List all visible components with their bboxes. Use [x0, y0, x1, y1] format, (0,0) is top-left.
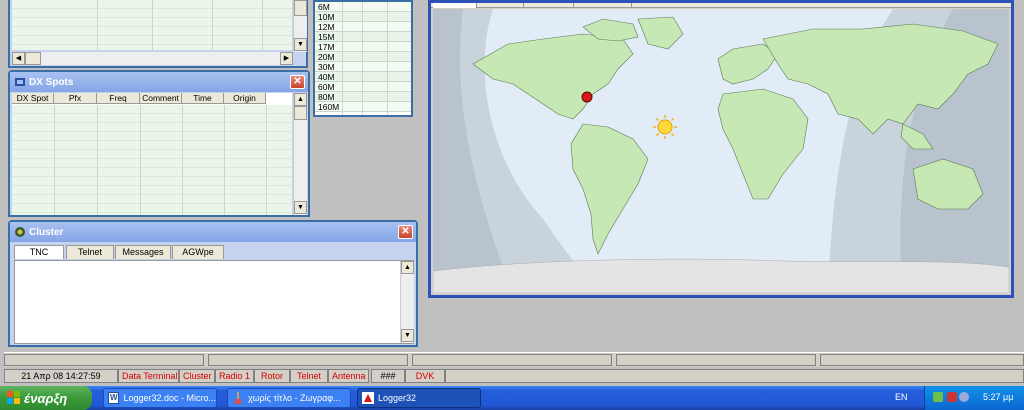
status-antenna[interactable]: Antenna	[328, 369, 369, 383]
scroll-up-button[interactable]: ▲	[294, 93, 307, 106]
scroll-down-button[interactable]: ▼	[294, 38, 307, 51]
band-label: 15M	[318, 32, 335, 42]
taskbar: έναρξη W Logger32.doc - Micro... χωρίς τ…	[0, 386, 1024, 410]
map-tab[interactable]	[433, 3, 477, 8]
top-list-hscroll[interactable]: ◀ ▶	[12, 52, 293, 65]
dx-spots-close-button[interactable]: ✕	[290, 75, 305, 89]
paint-icon	[232, 392, 244, 404]
status-data-terminal[interactable]: Data Terminal	[118, 369, 179, 383]
band-row: 15M	[315, 32, 411, 42]
status-telnet[interactable]: Telnet	[290, 369, 328, 383]
status-cluster[interactable]: Cluster	[179, 369, 215, 383]
task-paint[interactable]: χωρίς τίτλο - Ζωγραφ...	[227, 388, 351, 408]
scroll-thumb[interactable]	[294, 0, 307, 16]
world-map-svg	[433, 9, 1009, 293]
band-row: 17M	[315, 42, 411, 52]
tab-tnc[interactable]: TNC	[14, 245, 64, 259]
col-header-time[interactable]: Time	[182, 93, 224, 104]
band-row: 80M	[315, 92, 411, 102]
band-label: 40M	[318, 72, 335, 82]
band-row: 6M	[315, 2, 411, 12]
band-label: 80M	[318, 92, 335, 102]
band-label: 60M	[318, 82, 335, 92]
cluster-icon	[14, 226, 26, 238]
status-radio[interactable]: Radio 1	[215, 369, 254, 383]
col-header-comment[interactable]: Comment	[140, 93, 182, 104]
tray-app-icon[interactable]	[959, 392, 969, 402]
band-row: 12M	[315, 22, 411, 32]
scroll-down-button[interactable]: ▼	[294, 201, 307, 214]
scroll-right-button[interactable]: ▶	[280, 52, 293, 65]
cluster-close-button[interactable]: ✕	[398, 225, 413, 239]
band-table: 6M 10M 12M 15M 17M 20M 30M 40M 60M 80M 160M	[313, 0, 413, 117]
dx-spots-vscroll[interactable]: ▲ ▼	[293, 93, 307, 215]
cluster-title: Cluster	[29, 226, 64, 238]
band-label: 17M	[318, 42, 335, 52]
band-label: 6M	[318, 2, 330, 12]
scroll-down-button[interactable]: ▼	[401, 329, 414, 342]
tab-agwpe[interactable]: AGWpe	[172, 245, 224, 259]
col-header-origin[interactable]: Origin	[224, 93, 266, 104]
status-datetime: 21 Απρ 08 14:27:59	[4, 369, 118, 383]
map-tab-strip	[431, 3, 1011, 8]
band-row: 160M	[315, 102, 411, 112]
status-dvk[interactable]: DVK	[405, 369, 445, 383]
start-button[interactable]: έναρξη	[0, 386, 92, 410]
band-label: 20M	[318, 52, 335, 62]
cluster-titlebar[interactable]: Cluster	[10, 222, 416, 242]
dx-spots-window: DX Spots ✕ DX Spot Pfx Freq Comment Time…	[8, 70, 310, 217]
col-header-freq[interactable]: Freq	[97, 93, 140, 104]
task-logger32-label: Logger32	[378, 393, 417, 403]
band-row: 40M	[315, 72, 411, 82]
band-row: 10M	[315, 12, 411, 22]
world-map[interactable]	[433, 9, 1009, 293]
task-word-label: Logger32.doc - Micro...	[123, 393, 216, 403]
dx-spots-titlebar[interactable]: DX Spots	[10, 72, 308, 92]
top-list-grid	[12, 0, 292, 50]
sun-icon	[653, 115, 677, 139]
world-map-window	[428, 0, 1014, 298]
tab-telnet[interactable]: Telnet	[66, 245, 114, 259]
language-indicator[interactable]: EN	[895, 392, 908, 402]
dx-spots-icon	[14, 76, 26, 88]
dx-spots-title: DX Spots	[29, 76, 74, 88]
dx-spots-grid: DX Spot Pfx Freq Comment Time Origin	[12, 93, 292, 215]
scroll-left-button[interactable]: ◀	[12, 52, 25, 65]
band-label: 160M	[318, 102, 340, 112]
cluster-window: Cluster ✕ TNC Telnet Messages AGWpe ▲ ▼	[8, 220, 418, 347]
scroll-thumb-h[interactable]	[25, 52, 41, 65]
task-paint-label: χωρίς τίτλο - Ζωγραφ...	[248, 393, 341, 403]
col-header-dx-spot[interactable]: DX Spot	[12, 93, 54, 104]
status-hash: ###	[371, 369, 405, 383]
home-location-marker	[581, 91, 593, 103]
windows-logo-icon	[7, 391, 21, 405]
band-label: 10M	[318, 12, 335, 22]
cluster-vscroll[interactable]: ▲ ▼	[400, 261, 414, 343]
band-label: 12M	[318, 22, 335, 32]
tray-network-icon[interactable]	[933, 392, 943, 402]
task-logger32[interactable]: Logger32	[357, 388, 481, 408]
logger32-icon	[362, 392, 374, 404]
top-list-panel: ▼ ◀ ▶	[8, 0, 308, 68]
task-word[interactable]: W Logger32.doc - Micro...	[103, 388, 217, 408]
upper-status-bar	[4, 352, 1024, 367]
band-row: 20M	[315, 52, 411, 62]
top-list-vscroll[interactable]: ▼	[293, 0, 307, 52]
band-row: 30M	[315, 62, 411, 72]
cluster-output[interactable]: ▲ ▼	[14, 260, 414, 344]
cluster-tabs: TNC Telnet Messages AGWpe	[14, 245, 414, 260]
tray-clock[interactable]: 5:27 μμ	[983, 392, 1013, 402]
tab-messages[interactable]: Messages	[115, 245, 171, 259]
status-spare	[445, 369, 1024, 383]
tray-volume-icon[interactable]	[947, 392, 957, 402]
start-label: έναρξη	[24, 390, 68, 406]
scroll-up-button[interactable]: ▲	[401, 261, 414, 274]
band-row: 60M	[315, 82, 411, 92]
scroll-thumb[interactable]	[294, 106, 307, 120]
word-doc-icon: W	[108, 392, 120, 404]
system-tray: 5:27 μμ	[924, 386, 1024, 410]
status-rotor[interactable]: Rotor	[254, 369, 290, 383]
band-label: 30M	[318, 62, 335, 72]
col-header-pfx[interactable]: Pfx	[54, 93, 97, 104]
